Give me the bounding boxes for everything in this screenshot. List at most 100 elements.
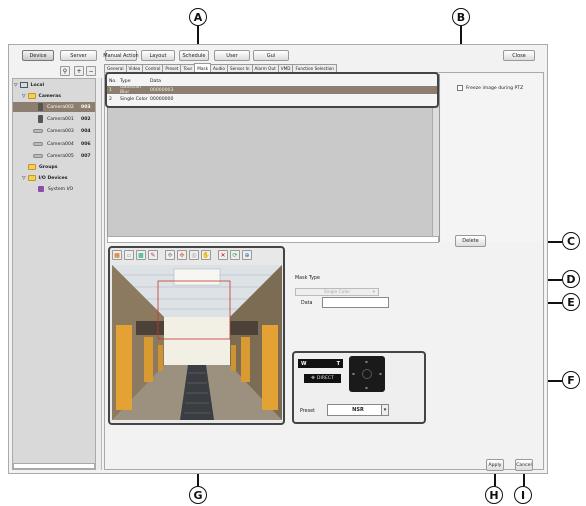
hand-icon[interactable]: ✋ xyxy=(201,250,211,260)
expand-icon[interactable]: ▽ xyxy=(22,94,26,99)
freeze-row: Freeze image during PTZ xyxy=(457,85,523,91)
device-button[interactable]: Device xyxy=(22,50,54,61)
freeze-checkbox[interactable] xyxy=(457,85,463,91)
tree-groups[interactable]: Groups xyxy=(28,162,58,172)
tree-system-io[interactable]: System I/O xyxy=(38,184,73,194)
tree-cameras[interactable]: ▽ Cameras xyxy=(22,91,61,101)
tree-scrollbar[interactable] xyxy=(13,463,95,469)
callout-g: G xyxy=(189,486,207,504)
delete-mask-icon[interactable]: ✕ xyxy=(218,250,228,260)
tree-local[interactable]: ▽ Local xyxy=(14,80,44,90)
folder-icon xyxy=(27,93,36,99)
mall-scene-image xyxy=(112,265,282,420)
pan-up-icon[interactable]: ▪ xyxy=(365,359,368,364)
pan-down-icon[interactable]: ▪ xyxy=(365,385,368,390)
tab-audio[interactable]: Audio xyxy=(210,64,228,72)
io-icon xyxy=(38,186,44,192)
camera-icon xyxy=(38,103,43,111)
zoom-icon[interactable]: ◎ xyxy=(189,250,199,260)
tab-video[interactable]: Video xyxy=(125,64,144,72)
search-icon[interactable]: ⚲ xyxy=(60,66,70,76)
tab-function-selection[interactable]: Function Selection xyxy=(292,64,337,72)
server-button[interactable]: Server xyxy=(60,50,97,61)
callout-b: B xyxy=(452,8,470,26)
expand-icon[interactable]: ▽ xyxy=(14,83,18,88)
apply-button[interactable]: Apply xyxy=(486,459,504,471)
tab-preset[interactable]: Preset xyxy=(162,64,182,72)
ptz-move-icon[interactable]: ✥ xyxy=(165,250,175,260)
delete-button[interactable]: Delete xyxy=(455,235,486,247)
close-button[interactable]: Close xyxy=(503,50,535,61)
callout-c: C xyxy=(562,232,580,250)
tab-general[interactable]: General xyxy=(104,64,127,72)
mask-type-select[interactable]: Single Color ▾ xyxy=(295,288,379,296)
pan-left-icon[interactable]: ▪ xyxy=(352,371,355,376)
data-label: Data xyxy=(301,301,313,306)
mask-list-vscroll[interactable] xyxy=(432,108,439,236)
remove-icon[interactable]: − xyxy=(86,66,96,76)
ptz-rotate-icon[interactable]: ✢ xyxy=(177,250,187,260)
tab-alarm-out[interactable]: Alarm Out xyxy=(251,64,279,72)
direct-icon: ✥ xyxy=(311,376,315,381)
zoom-wide-label[interactable]: W xyxy=(301,361,307,367)
device-tree-panel xyxy=(12,78,96,470)
tree-camera-row[interactable]: Camera001 002 xyxy=(38,114,91,124)
preset-label: Preset xyxy=(300,409,315,414)
tree-camera-row[interactable]: Camera002 003 xyxy=(38,102,91,112)
cancel-button[interactable]: Cancel xyxy=(515,459,533,471)
column-header-type: Type xyxy=(120,78,131,84)
zoom-bar[interactable]: W T xyxy=(298,359,343,368)
expand-icon[interactable]: ▽ xyxy=(22,176,26,181)
callout-h: H xyxy=(485,486,503,504)
camera-icon xyxy=(33,142,43,146)
tree-camera-row[interactable]: Camera005 007 xyxy=(33,151,91,161)
mask-grid-icon[interactable]: ▫ xyxy=(124,250,134,260)
mask-row[interactable]: 2 Single Color 00000000 xyxy=(107,95,437,103)
pan-center-icon[interactable] xyxy=(362,369,372,379)
tab-vmd[interactable]: VMD xyxy=(277,64,294,72)
mask-table-header: No. Type Data xyxy=(109,77,437,85)
preset-select[interactable]: NSR xyxy=(327,404,389,416)
zoom-in-icon[interactable]: ⊕ xyxy=(242,250,252,260)
callout-f: F xyxy=(562,371,580,389)
camera-preview[interactable] xyxy=(112,265,282,420)
camera-icon xyxy=(33,154,43,158)
chevron-down-icon[interactable]: ▾ xyxy=(381,404,389,416)
tree-io-devices[interactable]: ▽ I/O Devices xyxy=(22,173,68,183)
mask-row-selected[interactable]: 1 Gaussian Blur 00000003 xyxy=(107,85,437,95)
pan-right-icon[interactable]: ▪ xyxy=(379,371,382,376)
preview-toolbar: ▦ ▫ ▩ ✎ ✥ ✢ ◎ ✋ ✕ ⟳ ⊕ xyxy=(112,250,282,262)
schedule-button[interactable]: Schedule xyxy=(179,50,209,61)
folder-icon xyxy=(27,175,36,181)
user-button[interactable]: User xyxy=(214,50,250,61)
gui-button[interactable]: Gui xyxy=(253,50,289,61)
mask-edit-icon[interactable]: ✎ xyxy=(148,250,158,260)
freeze-label: Freeze image during PTZ xyxy=(466,85,524,91)
tab-mask[interactable]: Mask xyxy=(194,63,212,72)
callout-d: D xyxy=(562,270,580,288)
mask-select-icon[interactable]: ▦ xyxy=(112,250,122,260)
direct-button[interactable]: ✥ DIRECT xyxy=(304,374,341,383)
column-header-no: No. xyxy=(109,78,117,84)
tab-control[interactable]: Control xyxy=(142,64,164,72)
chevron-down-icon: ▾ xyxy=(372,289,375,295)
computer-icon xyxy=(19,82,28,88)
camera-icon xyxy=(38,115,43,123)
folder-icon xyxy=(28,164,36,170)
refresh-icon[interactable]: ⟳ xyxy=(230,250,240,260)
tree-splitter[interactable] xyxy=(96,78,102,470)
add-icon[interactable]: + xyxy=(74,66,84,76)
mask-type-label: Mask Type xyxy=(295,276,320,281)
tab-sensor-in[interactable]: Sensor In xyxy=(226,64,253,72)
tree-toolbar: ⚲ + − xyxy=(12,64,96,78)
layout-button[interactable]: Layout xyxy=(141,50,175,61)
tree-camera-row[interactable]: Camera003 004 xyxy=(33,126,91,136)
tab-tour[interactable]: Tour xyxy=(180,64,196,72)
tree-camera-row[interactable]: Camera004 006 xyxy=(33,139,91,149)
data-input[interactable] xyxy=(322,297,389,308)
zoom-tele-label[interactable]: T xyxy=(337,361,340,367)
manual-action-button[interactable]: Manual Action xyxy=(103,50,139,61)
mask-list-hscroll[interactable] xyxy=(107,236,439,243)
mask-add-icon[interactable]: ▩ xyxy=(136,250,146,260)
ptz-pad[interactable]: ▪ ▪ ▪ ▪ xyxy=(349,356,385,392)
